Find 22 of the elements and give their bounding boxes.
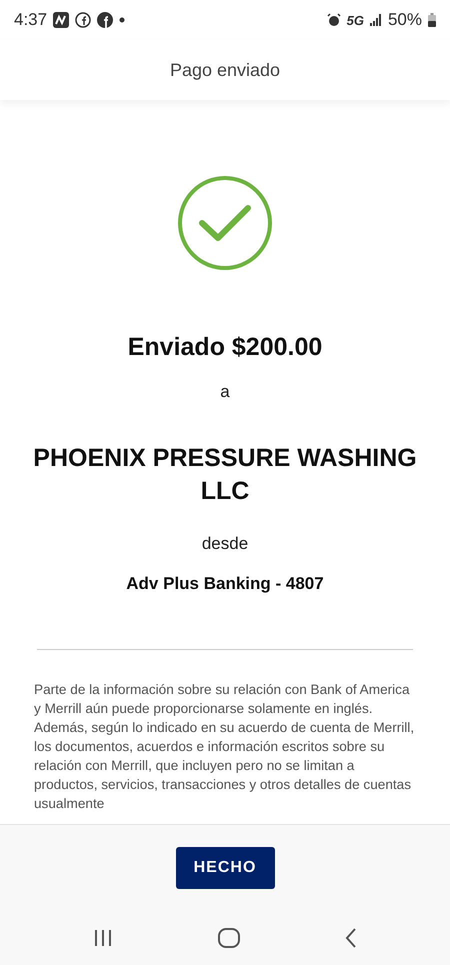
- disclaimer-text: Parte de la información sobre su relación con Bank of America y Merrill aún puede proporcionarse solamente en inglés. Además, según lo indicado en su acuerdo de cuenta de Merrill, los documentos, acuerdos e información escritos sobre su relación con Merrill, que incluyen pero no se limitan a productos, servicios, transacciones y otros detalles de cuentas usualmente: [34, 681, 416, 813]
- recent-apps-icon[interactable]: [92, 928, 113, 946]
- network-type: 5G: [346, 12, 364, 28]
- back-icon[interactable]: [345, 928, 358, 948]
- alarm-icon: [326, 13, 341, 27]
- battery-icon: [428, 13, 436, 27]
- page-title: Pago enviado: [170, 60, 280, 80]
- dot-icon: [119, 17, 126, 23]
- amount-sent: Enviado $200.00: [128, 333, 322, 362]
- facebook-icon: [75, 12, 92, 28]
- account-name: Adv Plus Banking - 4807: [126, 574, 324, 594]
- done-button[interactable]: HECHO: [176, 846, 274, 888]
- app-notification-icon: [53, 12, 70, 28]
- to-label: a: [220, 382, 230, 402]
- facebook-icon: [97, 12, 114, 28]
- battery-percent: 50%: [388, 10, 422, 30]
- status-time: 4:37: [14, 10, 48, 30]
- recipient-name: PHOENIX PRESSURE WASHING LLC: [32, 443, 418, 507]
- home-icon[interactable]: [218, 928, 240, 948]
- signal-icon: [370, 14, 382, 26]
- check-circle-icon: [177, 175, 273, 271]
- from-label: desde: [202, 534, 248, 554]
